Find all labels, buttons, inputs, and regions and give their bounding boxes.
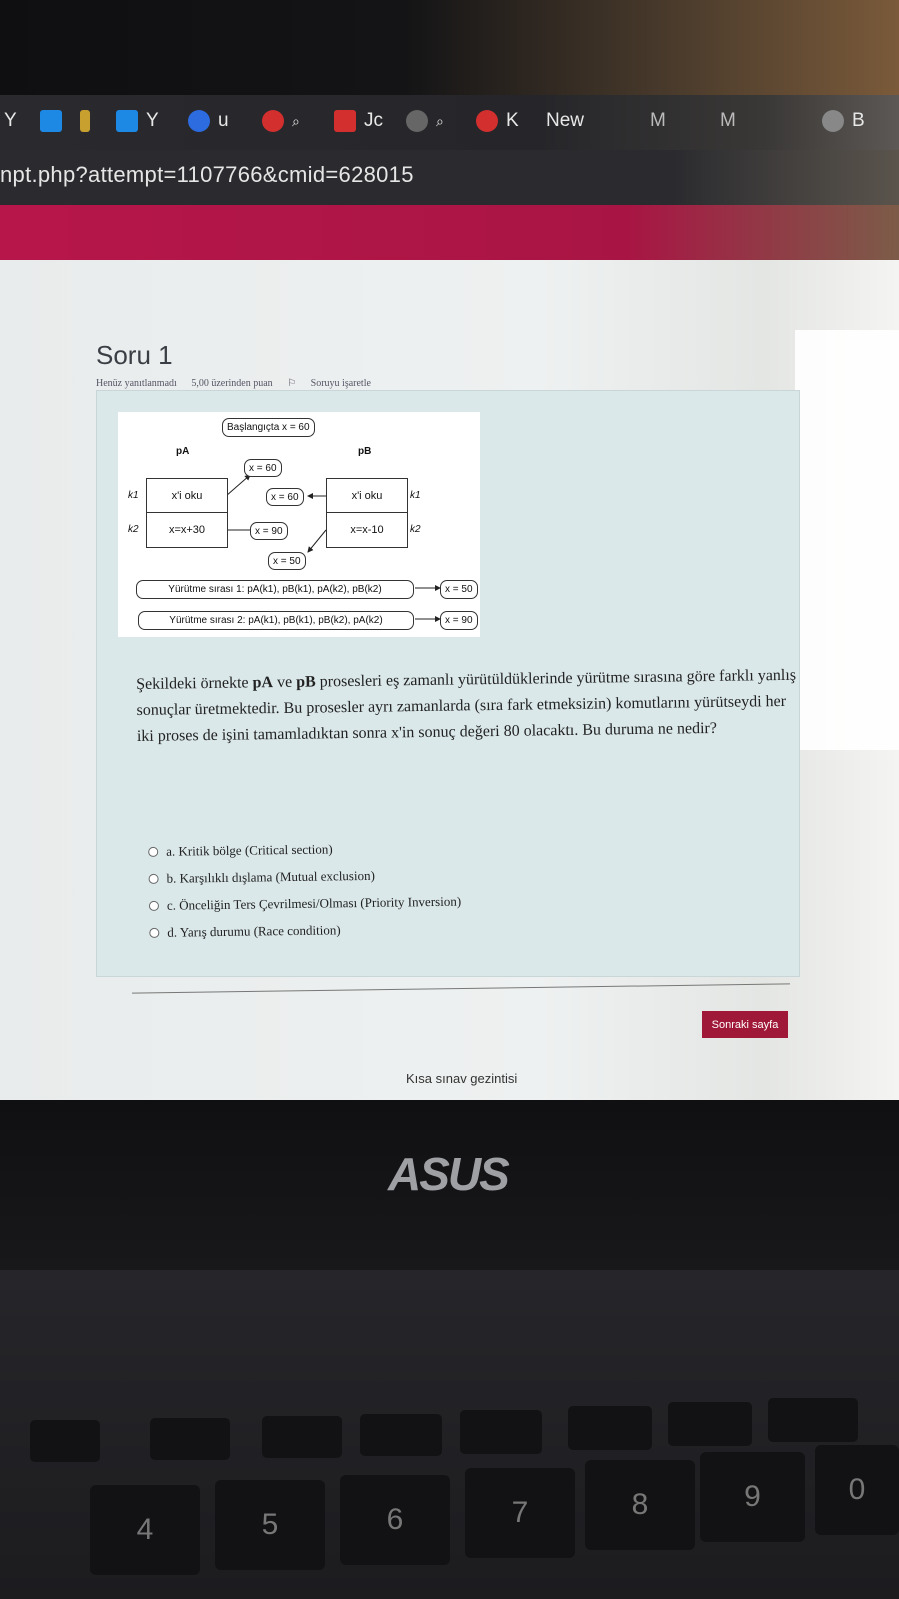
pb-k2-box: x=x-10 (326, 512, 408, 548)
value-x60-top: x = 60 (244, 459, 282, 477)
flag-question-link[interactable]: ⚐ Soruyu işaretle (287, 378, 383, 389)
browser-tab[interactable]: Jc (334, 107, 383, 135)
k2-label-a: k2 (128, 524, 139, 535)
key-0: 0 (815, 1445, 899, 1535)
value-x50: x = 50 (268, 552, 306, 570)
browser-tab[interactable]: ⌕ (406, 107, 444, 135)
function-key (460, 1410, 542, 1454)
question-text-pa: pA (252, 674, 274, 692)
question-title: Soru 1 (96, 340, 173, 370)
window-glare (795, 330, 899, 750)
value-x90: x = 90 (250, 522, 288, 540)
question-text-part: ve (272, 673, 297, 692)
function-key (150, 1418, 230, 1460)
quiz-navigation-title: Kısa sınav gezintisi (406, 1071, 518, 1086)
question-status: Henüz yanıtlanmadı (96, 378, 177, 389)
tab-label: M (720, 110, 736, 131)
zoom-icon (188, 110, 210, 132)
question-meta: Henüz yanıtlanmadı 5,00 üzerinden puan ⚐… (96, 378, 395, 389)
result-2: x = 90 (440, 611, 478, 630)
question-points: 5,00 üzerinden puan (191, 378, 273, 389)
tab-label: B (852, 110, 865, 131)
function-key (30, 1420, 100, 1462)
browser-tab[interactable]: B (822, 107, 865, 135)
browser-tab[interactable] (80, 107, 98, 135)
k1-label-a: k1 (128, 490, 139, 501)
bookmark-icon (80, 110, 90, 132)
flag-label: Soruyu işaretle (310, 378, 371, 389)
youtube-icon (334, 110, 356, 132)
function-key (360, 1414, 442, 1456)
key-6: 6 (340, 1475, 450, 1565)
option-label: a. Kritik bölge (Critical section) (166, 840, 333, 859)
tab-label: u (218, 110, 229, 131)
word-icon (116, 110, 138, 132)
laptop-keyboard: 4 5 6 7 8 9 0 (0, 1270, 899, 1599)
key-8: 8 (585, 1460, 695, 1550)
radio-button[interactable] (149, 927, 160, 938)
laptop-bezel: ASUS (0, 1100, 899, 1270)
background-room (0, 0, 899, 95)
google-icon (822, 110, 844, 132)
question-text-part: Şekildeki örnekte (136, 674, 253, 693)
function-key (262, 1416, 342, 1458)
browser-tab-strip: Y Y u ⌕ Jc ⌕ K New M M B (0, 95, 899, 150)
question-text-pb: pB (296, 673, 316, 691)
browser-tab[interactable]: u (188, 107, 229, 135)
brand-logo: ASUS (388, 1148, 510, 1200)
tab-label: New (546, 110, 585, 131)
option-label: b. Karşılıklı dışlama (Mutual exclusion) (166, 867, 375, 886)
tab-label: Y (4, 110, 17, 131)
execution-order-1: Yürütme sırası 1: pA(k1), pB(k1), pA(k2)… (136, 580, 414, 599)
result-1: x = 50 (440, 580, 478, 599)
key-4: 4 (90, 1485, 200, 1575)
browser-tab[interactable]: K (476, 107, 519, 135)
key-7: 7 (465, 1468, 575, 1558)
tab-label: Y (146, 110, 159, 131)
question-text: Şekildeki örnekte pA ve pB prosesleri eş… (136, 663, 797, 750)
function-key (768, 1398, 858, 1442)
function-key (668, 1402, 752, 1446)
browser-tab[interactable]: ⌕ (262, 107, 300, 135)
function-key (568, 1406, 652, 1450)
k1-label-b: k1 (410, 490, 421, 501)
next-page-button[interactable]: Sonraki sayfa (702, 1011, 788, 1038)
option-label: c. Önceliğin Ters Çevrilmesi/Olması (Pri… (166, 893, 462, 913)
address-bar[interactable]: npt.php?attempt=1107766&cmid=628015 (0, 150, 899, 205)
url-text[interactable]: npt.php?attempt=1107766&cmid=628015 (0, 162, 414, 188)
globe-icon (406, 110, 428, 132)
browser-tab[interactable]: Y (116, 107, 159, 135)
process-a-header: pA (176, 446, 190, 457)
tab-label: K (506, 110, 519, 131)
option-d[interactable]: d. Yarış durumu (Race condition) (149, 915, 462, 946)
tab-label: Jc (364, 110, 383, 131)
word-icon (40, 110, 62, 132)
answer-options: a. Kritik bölge (Critical section) b. Ka… (148, 834, 462, 946)
pa-k1-box: x'i oku (146, 478, 228, 514)
radio-button[interactable] (148, 873, 159, 884)
k2-label-b: k2 (410, 524, 421, 535)
initial-value-label: Başlangıçta x = 60 (222, 418, 315, 437)
process-b-header: pB (358, 446, 372, 457)
radio-button[interactable] (148, 900, 160, 911)
browser-tab[interactable]: M (720, 107, 736, 135)
tab-label: M (650, 110, 666, 131)
site-header (0, 205, 899, 260)
ublock-icon (476, 110, 498, 132)
flag-icon: ⚐ (287, 378, 297, 389)
youtube-icon (262, 110, 284, 132)
race-condition-figure: Başlangıçta x = 60 pA pB x = 60 k1 k2 x'… (118, 412, 480, 637)
pa-k2-box: x=x+30 (146, 512, 228, 548)
pb-k1-box: x'i oku (326, 478, 408, 514)
option-label: d. Yarış durumu (Race condition) (167, 921, 341, 940)
browser-tab[interactable]: New (546, 107, 584, 135)
browser-tab[interactable]: Y (4, 107, 17, 135)
key-5: 5 (215, 1480, 325, 1570)
browser-tab[interactable] (40, 107, 70, 135)
key-9: 9 (700, 1452, 805, 1542)
execution-order-2: Yürütme sırası 2: pA(k1), pB(k1), pB(k2)… (138, 611, 414, 630)
radio-button[interactable] (148, 846, 159, 857)
value-x60-mid: x = 60 (266, 488, 304, 506)
browser-tab[interactable]: M (650, 107, 666, 135)
